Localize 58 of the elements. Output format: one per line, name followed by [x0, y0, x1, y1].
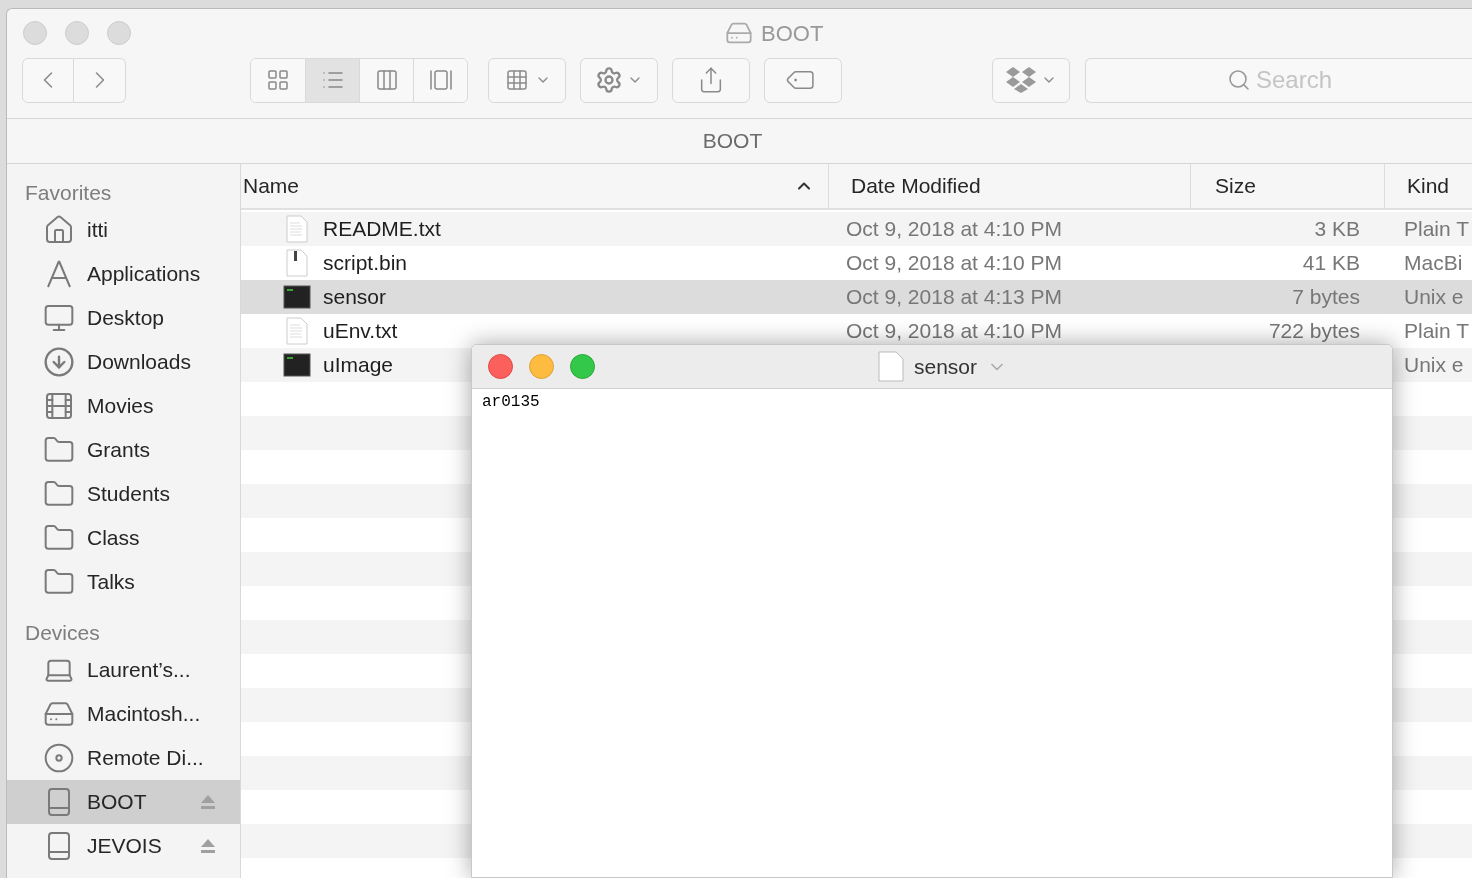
size-cell-text: 41 KB: [1302, 250, 1360, 277]
file-row[interactable]: README.txt Oct 9, 2018 at 4:10 PM 3 KB Plain T: [241, 212, 1472, 246]
sidebar-heading: Favorites: [24, 180, 113, 207]
column-header[interactable]: Size: [1190, 164, 1384, 208]
kind-cell: Plain T: [1404, 319, 1469, 343]
sidebar-label: Class: [87, 525, 140, 552]
sidebar-label: Remote Di...: [87, 745, 204, 772]
size-cell-text: 722 bytes: [1268, 318, 1360, 345]
date-cell: Oct 9, 2018 at 4:13 PM: [846, 285, 1062, 309]
size-cell-text: 3 KB: [1314, 216, 1360, 243]
sidebar-item[interactable]: Grants: [7, 428, 240, 472]
sidebar-label: Talks: [87, 569, 135, 596]
sidebar-label: itti: [87, 217, 108, 244]
sidebar-label: Applications: [87, 261, 201, 288]
kind-cell: Unix e: [1404, 285, 1464, 309]
sidebar-label: Macintosh...: [87, 701, 201, 728]
sidebar-label: Desktop: [87, 305, 165, 332]
sidebar-item[interactable]: JEVOIS: [7, 824, 240, 868]
date-cell: Oct 9, 2018 at 4:10 PM: [846, 251, 1062, 275]
sidebar-label: Students: [87, 481, 170, 508]
sidebar-item[interactable]: Downloads: [7, 340, 240, 384]
sidebar-item[interactable]: Laurent’s...: [7, 648, 240, 692]
sidebar-item[interactable]: Macintosh...: [7, 692, 240, 736]
sidebar-label: Laurent’s...: [87, 657, 191, 684]
sidebar-label: Movies: [87, 393, 154, 420]
window-title: sensor: [914, 353, 978, 380]
column-header[interactable]: Kind: [1384, 164, 1472, 208]
sidebar-item[interactable]: itti: [7, 208, 240, 252]
document-text: ar0135: [481, 392, 541, 413]
file-name: uImage: [323, 352, 394, 379]
sidebar-item[interactable]: Talks: [7, 560, 240, 604]
sidebar-item[interactable]: Students: [7, 472, 240, 516]
sidebar-item[interactable]: Applications: [7, 252, 240, 296]
sidebar-item[interactable]: Remote Di...: [7, 736, 240, 780]
window-title: BOOT: [761, 19, 824, 48]
path-bar-title: BOOT: [702, 128, 763, 155]
sidebar-label: JEVOIS: [87, 833, 162, 860]
file-name: README.txt: [323, 216, 441, 243]
date-cell: Oct 9, 2018 at 4:10 PM: [846, 319, 1062, 343]
sidebar-item[interactable]: Class: [7, 516, 240, 560]
sidebar-item[interactable]: BOOT: [7, 780, 240, 824]
file-name: script.bin: [323, 250, 408, 277]
sidebar-label: Downloads: [87, 349, 191, 376]
sidebar-item[interactable]: Desktop: [7, 296, 240, 340]
date-cell: Oct 9, 2018 at 4:10 PM: [846, 217, 1062, 241]
sidebar-item[interactable]: Movies: [7, 384, 240, 428]
size-cell-text: 7 bytes: [1292, 284, 1360, 311]
column-header[interactable]: Name: [241, 164, 828, 208]
sidebar-heading: Devices: [24, 620, 101, 647]
kind-cell: Unix e: [1404, 353, 1464, 377]
column-header[interactable]: Date Modified: [828, 164, 1190, 208]
kind-cell: MacBi: [1404, 251, 1463, 275]
kind-cell: Plain T: [1404, 217, 1469, 241]
file-row[interactable]: sensor Oct 9, 2018 at 4:13 PM 7 bytes Unix e: [241, 280, 1472, 314]
file-name: uEnv.txt: [323, 318, 398, 345]
sidebar-label: BOOT: [87, 789, 147, 816]
file-name: sensor: [323, 284, 387, 311]
sidebar-label: Grants: [87, 437, 151, 464]
